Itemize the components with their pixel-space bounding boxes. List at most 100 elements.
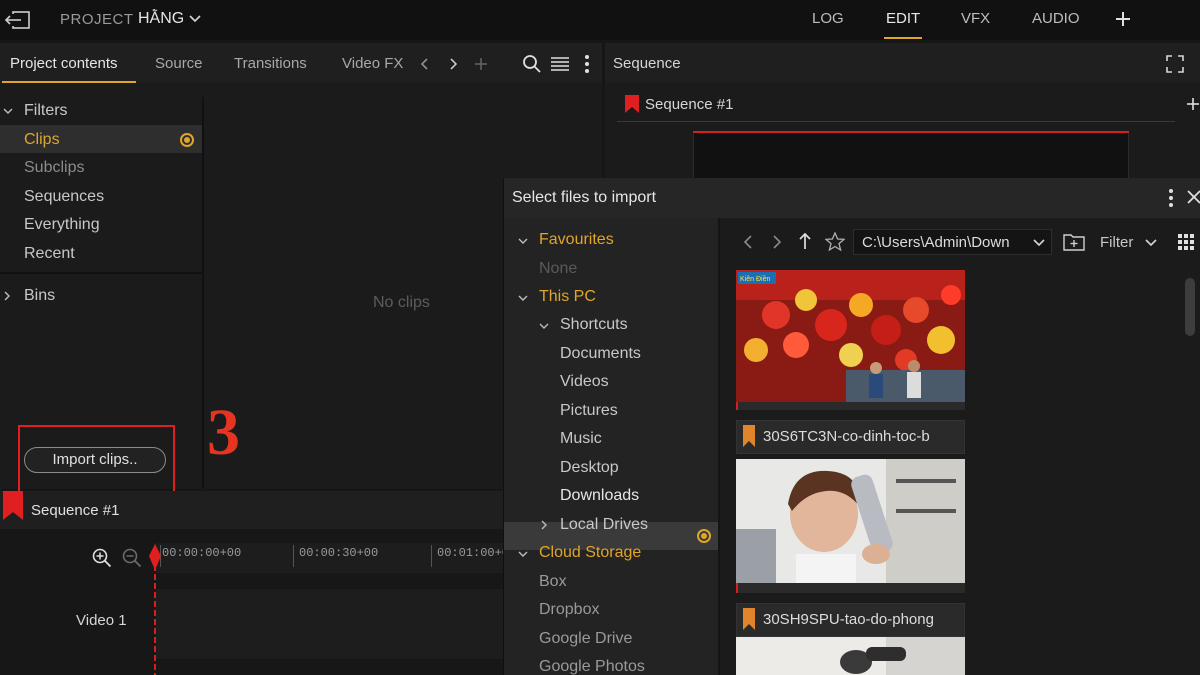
- timeline-sequence-name: Sequence #1: [31, 502, 120, 519]
- file-name: 30S6TC3N-co-dinh-toc-b: [763, 428, 930, 445]
- more-options-icon[interactable]: [1167, 188, 1175, 208]
- tab-transitions[interactable]: Transitions: [234, 55, 307, 72]
- add-tab-icon[interactable]: [474, 57, 488, 71]
- video-track[interactable]: [155, 589, 503, 659]
- location-box[interactable]: Box: [539, 573, 567, 591]
- location-desktop[interactable]: Desktop: [560, 459, 619, 477]
- file-thumbnail-hair-spray[interactable]: [736, 459, 965, 593]
- timeline-ruler[interactable]: 00:00:00+00 00:00:30+00 00:01:00+0: [155, 543, 509, 573]
- forward-arrow-icon[interactable]: [771, 234, 783, 250]
- chevron-down-icon[interactable]: [1033, 238, 1045, 248]
- divider: [617, 121, 1175, 122]
- location-google-drive[interactable]: Google Drive: [539, 630, 632, 648]
- zoom-in-icon[interactable]: [92, 548, 112, 568]
- chevron-down-icon[interactable]: [518, 236, 528, 246]
- panel-title: Sequence: [613, 55, 681, 72]
- filter-item-everything[interactable]: Everything: [24, 216, 100, 234]
- zoom-out-icon[interactable]: [122, 548, 142, 568]
- local-drives-heading[interactable]: Local Drives: [560, 516, 648, 534]
- timecode-label: 00:00:30+00: [299, 546, 379, 560]
- ruler-tick: [431, 545, 432, 567]
- empty-state-text: No clips: [373, 294, 430, 311]
- path-text: C:\Users\Admin\Down: [862, 234, 1010, 251]
- top-bar: PROJECT HẰNG LOG EDIT VFX AUDIO: [0, 0, 1200, 40]
- scrollbar[interactable]: [1185, 278, 1195, 336]
- file-thumbnail-hair-dryer[interactable]: [736, 637, 965, 675]
- list-view-icon[interactable]: [550, 55, 570, 73]
- new-folder-icon[interactable]: [1063, 232, 1085, 251]
- favourites-heading[interactable]: Favourites: [539, 231, 614, 249]
- file-name-label[interactable]: 30S6TC3N-co-dinh-toc-b: [736, 420, 965, 454]
- file-name: 30SH9SPU-tao-do-phong: [763, 611, 934, 628]
- add-mode-icon[interactable]: [1114, 10, 1132, 28]
- filter-item-clips[interactable]: Clips: [24, 131, 60, 149]
- location-videos[interactable]: Videos: [560, 373, 609, 391]
- location-music[interactable]: Music: [560, 430, 602, 448]
- location-downloads[interactable]: Downloads: [560, 487, 639, 505]
- grid-view-icon[interactable]: [1178, 234, 1194, 250]
- tab-source[interactable]: Source: [155, 55, 203, 72]
- import-dialog: Select files to import Favourites None T…: [503, 178, 1200, 675]
- timeline-header: Sequence #1: [0, 491, 503, 529]
- shortcuts-heading[interactable]: Shortcuts: [560, 316, 628, 334]
- bookmark-icon: [625, 95, 639, 113]
- location-documents[interactable]: Documents: [560, 345, 641, 363]
- back-arrow-icon[interactable]: [742, 234, 754, 250]
- favourite-star-icon[interactable]: [825, 232, 845, 252]
- active-mode-indicator: [884, 37, 922, 39]
- filter-item-subclips[interactable]: Subclips: [24, 159, 84, 177]
- mode-tab-log[interactable]: LOG: [812, 10, 844, 27]
- chevron-right-icon[interactable]: [2, 291, 12, 301]
- mode-tab-audio[interactable]: AUDIO: [1032, 10, 1080, 27]
- chevron-right-icon[interactable]: [447, 57, 459, 71]
- sequence-name[interactable]: Sequence #1: [645, 96, 733, 113]
- left-panel-tabs: Project contents Source Transitions Vide…: [0, 43, 602, 83]
- filter-item-sequences[interactable]: Sequences: [24, 188, 104, 206]
- annotation-step-number: 3: [207, 396, 240, 469]
- playhead-handle-icon[interactable]: [148, 544, 162, 570]
- path-dropdown[interactable]: C:\Users\Admin\Down: [853, 229, 1052, 255]
- chevron-down-icon[interactable]: [3, 106, 13, 116]
- chevron-down-icon[interactable]: [1145, 238, 1157, 248]
- chevron-right-icon[interactable]: [539, 520, 549, 530]
- location-dropbox[interactable]: Dropbox: [539, 601, 599, 619]
- fullscreen-icon[interactable]: [1166, 55, 1184, 73]
- location-google-photos[interactable]: Google Photos: [539, 658, 645, 675]
- up-folder-icon[interactable]: [798, 232, 812, 250]
- filters-heading[interactable]: Filters: [24, 102, 68, 120]
- sequence-viewer: Sequence #1: [605, 83, 1200, 183]
- panel-divider[interactable]: [202, 97, 204, 489]
- project-label: PROJECT: [60, 11, 134, 28]
- cloud-storage-heading[interactable]: Cloud Storage: [539, 544, 641, 562]
- file-thumbnail-lanterns[interactable]: Kiên Điền: [736, 270, 965, 410]
- file-name-label[interactable]: 30SH9SPU-tao-do-phong: [736, 603, 965, 637]
- project-name-dropdown[interactable]: HẰNG: [138, 10, 184, 28]
- bins-heading[interactable]: Bins: [24, 287, 55, 305]
- video-preview: [693, 133, 1129, 183]
- filter-dropdown[interactable]: Filter: [1100, 234, 1133, 251]
- location-pictures[interactable]: Pictures: [560, 402, 618, 420]
- tab-video-fx[interactable]: Video FX: [342, 55, 403, 72]
- search-icon[interactable]: [522, 54, 542, 74]
- chevron-left-icon[interactable]: [419, 57, 431, 71]
- exit-project-icon[interactable]: [4, 8, 32, 32]
- add-icon[interactable]: [1186, 97, 1200, 111]
- chevron-down-icon[interactable]: [518, 293, 528, 303]
- close-icon[interactable]: [1187, 189, 1200, 205]
- sequence-panel-header: Sequence: [605, 43, 1200, 83]
- divider: [0, 272, 202, 274]
- chevron-down-icon[interactable]: [539, 321, 549, 331]
- mode-tab-edit[interactable]: EDIT: [886, 10, 920, 27]
- chevron-down-icon[interactable]: [518, 549, 528, 559]
- mode-tab-vfx[interactable]: VFX: [961, 10, 990, 27]
- chevron-down-icon[interactable]: [189, 14, 201, 24]
- tab-project-contents[interactable]: Project contents: [10, 55, 118, 72]
- ruler-tick: [293, 545, 294, 567]
- this-pc-heading[interactable]: This PC: [539, 288, 596, 306]
- more-options-icon[interactable]: [583, 54, 591, 74]
- file-browser: C:\Users\Admin\Down Filter Kiên Điền 30S…: [720, 218, 1200, 675]
- selected-indicator-icon: [180, 133, 194, 147]
- favourites-empty: None: [539, 260, 578, 277]
- annotation-highlight-box: [18, 425, 175, 495]
- filter-item-recent[interactable]: Recent: [24, 245, 75, 263]
